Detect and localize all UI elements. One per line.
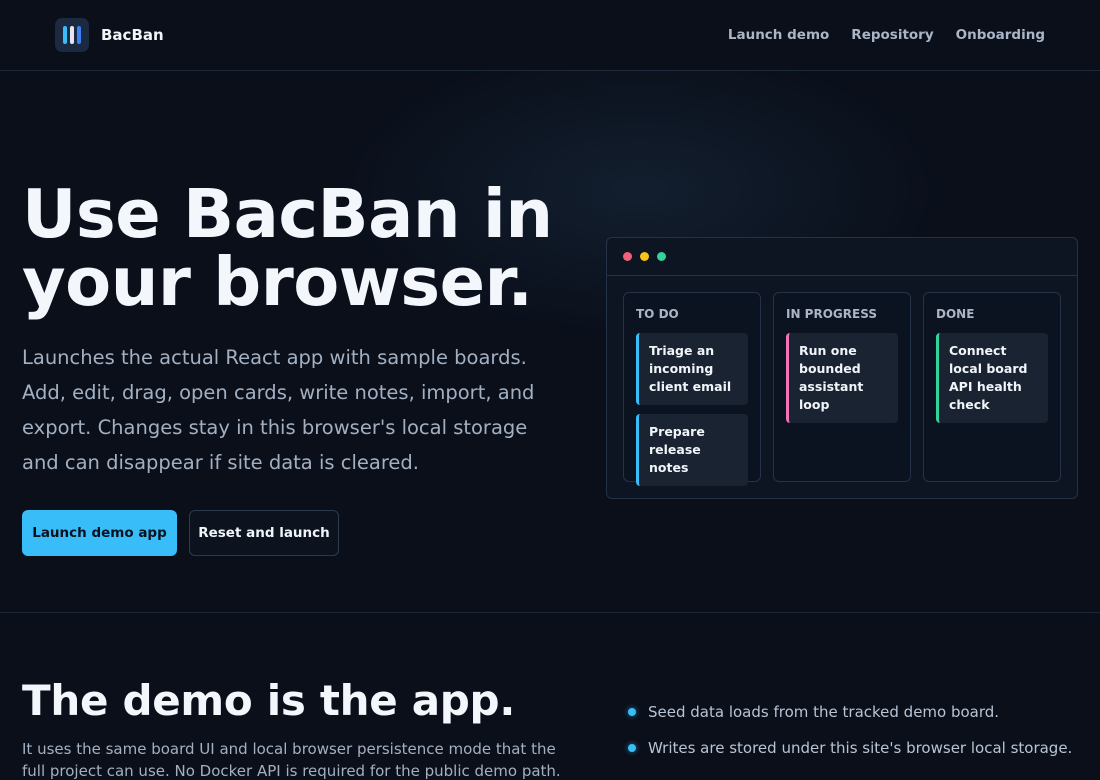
board-card: Triage an incoming client email [636,333,748,405]
column-title: IN PROGRESS [786,307,877,321]
list-item: Seed data loads from the tracked demo bo… [628,702,1072,722]
board-logo-icon [55,18,89,52]
board-card: Run one bounded assistant loop [786,333,898,423]
board-column-done: DONE Connect local board API health chec… [923,292,1061,482]
section-divider [0,612,1100,613]
hero-title-line1: Use BacBan in [22,175,553,253]
window-minimize-dot-icon [640,252,649,261]
nav-onboarding-link[interactable]: Onboarding [956,27,1045,43]
brand[interactable]: BacBan [55,18,164,52]
nav-repository-link[interactable]: Repository [851,27,933,43]
demo-bullet-list: Seed data loads from the tracked demo bo… [628,702,1072,774]
demo-section-text: It uses the same board UI and local brow… [22,740,561,780]
bullet-dot-icon [628,744,636,752]
nav-launch-demo-link[interactable]: Launch demo [728,27,829,43]
board-column-todo: TO DO Triage an incoming client email Pr… [623,292,761,486]
demo-section-title: The demo is the app. [22,676,515,725]
bullet-text: Writes are stored under this site's brow… [648,739,1073,757]
board-card: Prepare release notes [636,414,748,486]
board-card: Connect local board API health check [936,333,1048,423]
window-close-dot-icon [623,252,632,261]
reset-and-launch-button[interactable]: Reset and launch [189,510,339,556]
top-nav: Launch demo Repository Onboarding [728,27,1045,43]
bullet-text: Seed data loads from the tracked demo bo… [648,703,1000,721]
board-column-in-progress: IN PROGRESS Run one bounded assistant lo… [773,292,911,482]
list-item: Writes are stored under this site's brow… [628,738,1072,758]
board-preview-window: TO DO Triage an incoming client email Pr… [606,237,1078,499]
window-title-bar [607,238,1077,276]
column-title: TO DO [636,307,679,321]
window-maximize-dot-icon [657,252,666,261]
column-title: DONE [936,307,975,321]
hero-title-line2: your browser. [22,243,533,321]
site-header: BacBan Launch demo Repository Onboarding [0,0,1100,71]
brand-name: BacBan [101,26,164,44]
hero-description: Launches the actual React app with sampl… [22,346,535,474]
bullet-dot-icon [628,708,636,716]
launch-demo-app-button[interactable]: Launch demo app [22,510,177,556]
hero-title: Use BacBan in your browser. [22,180,602,316]
